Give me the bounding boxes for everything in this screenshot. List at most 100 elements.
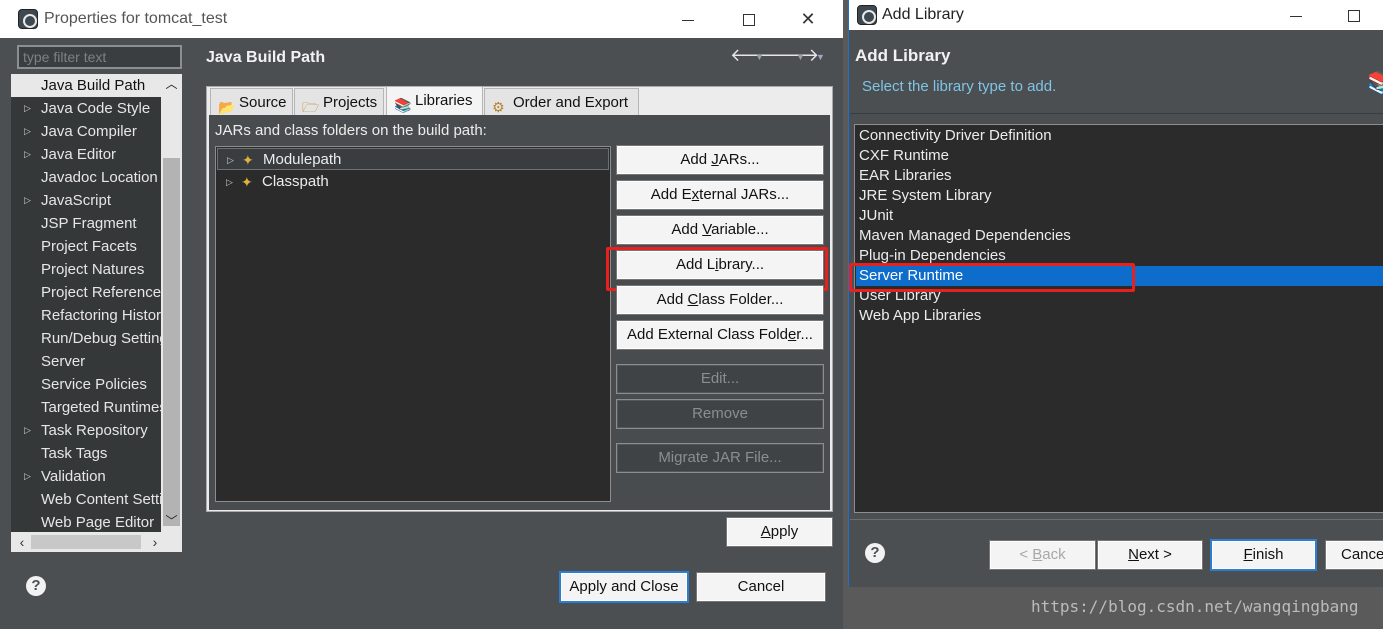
nav-item-label: Task Repository — [41, 422, 148, 439]
library-type-item[interactable]: CXF Runtime — [856, 146, 1383, 166]
back-button[interactable]: < Back — [989, 540, 1096, 570]
tree-item-classpath[interactable]: ▷ ✦ Classpath — [217, 171, 609, 193]
nav-vertical-scrollbar[interactable]: ︿ ﹀ — [161, 74, 182, 532]
nav-item[interactable]: Project References — [11, 281, 161, 304]
nav-item[interactable]: ▷ Java Editor — [11, 143, 161, 166]
label-part: Add — [680, 151, 712, 168]
view-menu-icon[interactable]: ▼ — [816, 52, 825, 62]
tab-order-and-export[interactable]: ⚙ Order and Export — [484, 88, 639, 115]
add-external-jars-button[interactable]: Add External JARs... — [616, 180, 824, 210]
nav-item[interactable]: ▷ Validation — [11, 465, 161, 488]
mnemonic: C — [687, 291, 699, 308]
expand-icon[interactable]: ▷ — [226, 171, 233, 193]
nav-item[interactable]: ▷ Java Code Style — [11, 97, 161, 120]
tab-libraries[interactable]: 📚 Libraries — [386, 86, 483, 115]
edit-button[interactable]: Edit... — [616, 364, 824, 394]
watermark: https://blog.csdn.net/wangqingbang — [1031, 597, 1359, 616]
forward-dropdown-icon[interactable]: ▼ — [796, 52, 805, 62]
expand-icon[interactable]: ▷ — [24, 143, 31, 166]
nav-item[interactable]: Project Facets — [11, 235, 161, 258]
nav-item-label: Web Page Editor — [41, 514, 155, 531]
properties-titlebar: Properties for tomcat_test ✕ — [0, 0, 843, 38]
filter-input[interactable]: type filter text — [17, 45, 182, 69]
label-part: ariable... — [711, 221, 769, 238]
apply-and-close-button[interactable]: Apply and Close — [560, 572, 688, 602]
mnemonic: N — [1128, 546, 1139, 563]
nav-item[interactable]: ▷ JavaScript — [11, 189, 161, 212]
expand-icon[interactable]: ▷ — [24, 465, 31, 488]
nav-item[interactable]: Java Build Path — [11, 74, 161, 97]
nav-item[interactable]: Run/Debug Settings — [11, 327, 161, 350]
library-type-item[interactable]: JRE System Library — [856, 186, 1383, 206]
nav-item[interactable]: Project Natures — [11, 258, 161, 281]
nav-item[interactable]: ▷ Java Compiler — [11, 120, 161, 143]
scroll-thumb[interactable] — [163, 158, 180, 526]
next-button[interactable]: Next > — [1097, 540, 1203, 570]
help-icon[interactable]: ? — [865, 543, 885, 563]
close-button[interactable]: ✕ — [788, 4, 828, 34]
library-type-item[interactable]: JUnit — [856, 206, 1383, 226]
mnemonic: F — [1243, 546, 1253, 563]
scroll-right-icon[interactable]: › — [146, 532, 164, 552]
window-title: Properties for tomcat_test — [44, 10, 228, 27]
nav-item[interactable]: Task Tags — [11, 442, 161, 465]
library-type-list[interactable]: Connectivity Driver Definition CXF Runtim… — [854, 124, 1383, 513]
cancel-button[interactable]: Cancel — [696, 572, 826, 602]
add-jars-button[interactable]: Add JARs... — [616, 145, 824, 175]
label-part: inish — [1252, 546, 1284, 563]
nav-item[interactable]: Service Policies — [11, 373, 161, 396]
minimize-button[interactable] — [668, 4, 708, 34]
nav-item[interactable]: Refactoring History — [11, 304, 161, 327]
nav-item[interactable]: Server — [11, 350, 161, 373]
nav-item-label: Javadoc Location — [41, 169, 158, 186]
wizard-cancel-button[interactable]: Cancel — [1325, 540, 1383, 570]
nav-item-label: Project Natures — [41, 261, 145, 278]
tab-source[interactable]: 📂 Source — [210, 88, 293, 115]
library-type-item[interactable]: Web App Libraries — [856, 306, 1383, 326]
nav-item[interactable]: Javadoc Location — [11, 166, 161, 189]
expand-icon[interactable]: ▷ — [24, 120, 31, 143]
tab-projects[interactable]: 🗁 Projects — [294, 88, 384, 115]
nav-item-label: Project References — [41, 284, 161, 301]
scroll-down-icon[interactable]: ﹀ — [161, 512, 182, 530]
nav-item[interactable]: Web Content Settings — [11, 488, 161, 511]
expand-icon[interactable]: ▷ — [24, 97, 31, 120]
nav-item[interactable]: Targeted Runtimes — [11, 396, 161, 419]
nav-item[interactable]: ▷ Task Repository — [11, 419, 161, 442]
remove-button[interactable]: Remove — [616, 399, 824, 429]
scroll-left-icon[interactable]: ‹ — [13, 532, 31, 552]
back-dropdown-icon[interactable]: ▼ — [755, 52, 764, 62]
expand-icon[interactable]: ▷ — [227, 149, 234, 171]
library-type-item[interactable]: EAR Libraries — [856, 166, 1383, 186]
apply-button[interactable]: Apply — [726, 517, 833, 547]
add-external-class-folder-button[interactable]: Add External Class Folder... — [616, 320, 824, 350]
help-icon[interactable]: ? — [26, 576, 46, 596]
migrate-jar-button[interactable]: Migrate JAR File... — [616, 443, 824, 473]
expand-icon[interactable]: ▷ — [24, 189, 31, 212]
nav-item-label: JSP Fragment — [41, 215, 137, 232]
build-path-tree[interactable]: ▷ ✦ Modulepath ▷ ✦ Classpath — [215, 146, 611, 502]
label-part: Add External Class Fold — [627, 326, 788, 343]
library-type-item[interactable]: Connectivity Driver Definition — [856, 126, 1383, 146]
nav-item-label: Java Editor — [41, 146, 117, 163]
close-icon: ✕ — [800, 9, 816, 29]
maximize-icon — [1348, 10, 1360, 23]
tree-item-modulepath[interactable]: ▷ ✦ Modulepath — [217, 148, 609, 170]
add-variable-button[interactable]: Add Variable... — [616, 215, 824, 245]
maximize-button[interactable] — [729, 4, 769, 34]
minimize-button[interactable] — [1276, 0, 1316, 30]
finish-button[interactable]: Finish — [1211, 540, 1316, 570]
add-class-folder-button[interactable]: Add Class Folder... — [616, 285, 824, 315]
nav-item-label: Targeted Runtimes — [41, 399, 161, 416]
maximize-button[interactable] — [1334, 0, 1374, 30]
hscroll-thumb[interactable] — [31, 535, 141, 549]
nav-item[interactable]: JSP Fragment — [11, 212, 161, 235]
nav-horizontal-scrollbar[interactable]: ‹ › — [11, 532, 182, 552]
label-part: ack — [1042, 546, 1066, 563]
nav-item[interactable]: Web Page Editor — [11, 511, 161, 532]
library-type-item[interactable]: Maven Managed Dependencies — [856, 226, 1383, 246]
scroll-up-icon[interactable]: ︿ — [161, 75, 182, 93]
nav-item-label: Java Build Path — [41, 77, 146, 94]
expand-icon[interactable]: ▷ — [24, 419, 31, 442]
label-part: lass Folder... — [698, 291, 784, 308]
